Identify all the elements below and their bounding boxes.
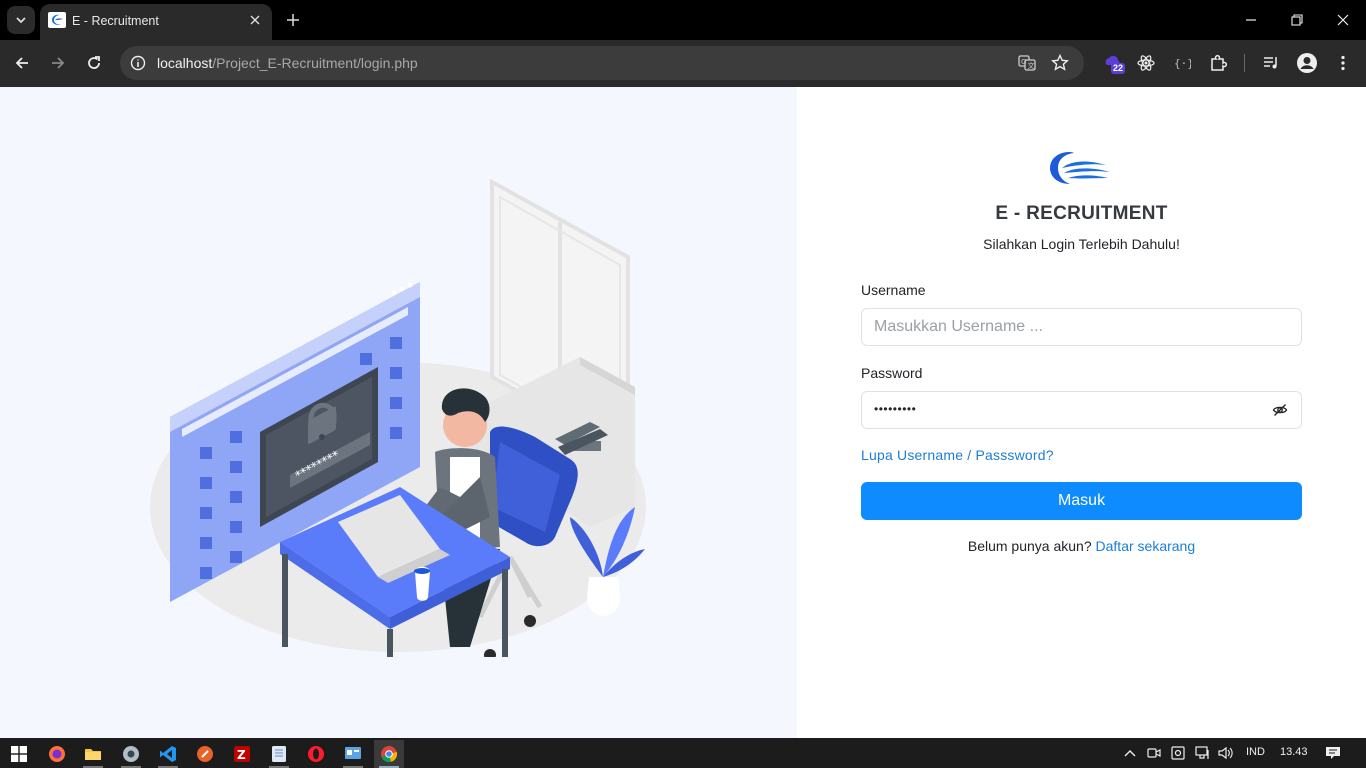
forward-button[interactable] (45, 50, 71, 76)
extension-badge-count: 22 (1111, 63, 1126, 74)
minimize-icon (1246, 19, 1256, 21)
username-input[interactable] (861, 308, 1302, 346)
notifications-icon[interactable] (1324, 744, 1342, 762)
login-subtitle: Silahkan Login Terlebih Dahulu! (983, 236, 1180, 252)
tab-search-button[interactable] (7, 6, 35, 34)
tab-title: E - Recruitment (72, 14, 159, 28)
close-window-button[interactable] (1331, 8, 1355, 32)
volume-icon[interactable] (1218, 744, 1234, 762)
plus-icon (287, 14, 299, 26)
taskbar-file-explorer[interactable] (78, 740, 108, 768)
taskbar-filezilla[interactable]: Z (227, 740, 257, 768)
restore-icon (1291, 14, 1303, 26)
taskbar-control-panel[interactable] (338, 740, 368, 768)
media-controls-icon[interactable] (1259, 51, 1283, 75)
register-prompt: Belum punya akun? (967, 538, 1092, 554)
profile-avatar-icon[interactable] (1295, 51, 1319, 75)
app-orange-icon (197, 746, 213, 762)
toggle-password-visibility-button[interactable] (1270, 400, 1290, 420)
password-label: Password (861, 365, 923, 381)
url-text[interactable]: localhost/Project_E-Recruitment/login.ph… (157, 55, 418, 71)
e-recruitment-logo (1050, 152, 1110, 184)
browser-menu-icon[interactable] (1331, 51, 1355, 75)
reload-icon (88, 56, 100, 69)
arrow-right-icon (52, 57, 65, 69)
register-row: Belum punya akun? Daftar sekarang (797, 538, 1366, 554)
extensions-puzzle-icon[interactable] (1206, 51, 1230, 75)
notepad-icon (272, 746, 286, 762)
react-devtools-icon[interactable] (1134, 51, 1158, 75)
minimize-button[interactable] (1239, 8, 1263, 32)
forgot-credentials-link[interactable]: Lupa Username / Passsword? (861, 447, 1054, 463)
new-tab-button[interactable] (282, 8, 304, 32)
address-bar[interactable]: localhost/Project_E-Recruitment/login.ph… (120, 46, 1084, 80)
vscode-icon (160, 746, 176, 762)
start-button[interactable] (4, 740, 34, 768)
username-label: Username (861, 282, 926, 298)
brand-title: E - RECRUITMENT (995, 203, 1168, 224)
password-mask-text: ••••••••• (874, 402, 917, 416)
extension-badge-button[interactable]: 22 (1101, 51, 1126, 75)
code-extension-icon[interactable]: {·} (1170, 51, 1194, 75)
browser-toolbar: localhost/Project_E-Recruitment/login.ph… (0, 40, 1366, 87)
taskbar-notepad[interactable] (264, 740, 294, 768)
eye-off-icon (1272, 404, 1288, 416)
tab-strip: E - Recruitment (0, 0, 1366, 40)
svg-text:Z: Z (237, 748, 246, 762)
register-link[interactable]: Daftar sekarang (1096, 538, 1196, 554)
login-form-panel: E - RECRUITMENT Silahkan Login Terlebih … (797, 87, 1366, 738)
folder-icon (85, 749, 101, 760)
restore-button[interactable] (1285, 8, 1309, 32)
taskbar-firefox[interactable] (42, 740, 72, 768)
url-path: /Project_E-Recruitment/login.php (212, 55, 418, 71)
bookmark-star-icon[interactable] (1050, 53, 1070, 73)
svg-text:文: 文 (1028, 61, 1035, 70)
taskbar-app-orange[interactable] (190, 740, 220, 768)
site-info-icon[interactable] (128, 53, 148, 73)
taskbar-vscode[interactable] (153, 740, 183, 768)
windows-taskbar: Z IND 13.43 (0, 738, 1366, 768)
opera-icon (308, 746, 324, 762)
network-icon[interactable] (1194, 744, 1212, 762)
taskbar-chrome-dev[interactable] (116, 740, 146, 768)
reload-button[interactable] (81, 50, 107, 76)
chevron-down-icon (16, 17, 26, 24)
illustration-panel: ******** (0, 87, 797, 738)
filezilla-icon: Z (234, 746, 250, 762)
toolbar-divider (1244, 54, 1245, 72)
chrome-dev-icon (123, 746, 139, 762)
clock-time[interactable]: 13.43 (1280, 746, 1308, 758)
login-illustration: ******** (150, 178, 646, 657)
back-button[interactable] (9, 50, 35, 76)
taskbar-chrome[interactable] (374, 740, 404, 768)
chevron-up-icon (1124, 750, 1136, 757)
chrome-icon (381, 746, 398, 763)
arrow-left-icon (15, 57, 28, 69)
close-icon (1337, 14, 1349, 26)
password-input[interactable] (861, 391, 1302, 429)
login-submit-button[interactable]: Masuk (861, 482, 1302, 520)
translate-icon[interactable]: G文 (1017, 53, 1037, 73)
url-host: localhost (157, 55, 213, 71)
login-page: ******** E - RECRUITMENT Silahkan Login … (0, 87, 1366, 738)
control-panel-icon (345, 747, 361, 759)
taskbar-opera[interactable] (301, 740, 331, 768)
tab-close-icon[interactable] (246, 11, 264, 29)
meet-now-icon[interactable] (1146, 744, 1162, 762)
site-favicon-icon (48, 12, 66, 28)
firefox-icon (49, 746, 65, 762)
tab-active[interactable]: E - Recruitment (40, 4, 272, 40)
security-tray-icon[interactable] (1170, 744, 1186, 762)
windows-logo-icon (11, 746, 27, 762)
input-language[interactable]: IND (1246, 746, 1265, 758)
svg-text:{·}: {·} (1174, 57, 1191, 70)
svg-text:G: G (1021, 58, 1026, 66)
show-hidden-icons-button[interactable] (1122, 744, 1138, 762)
